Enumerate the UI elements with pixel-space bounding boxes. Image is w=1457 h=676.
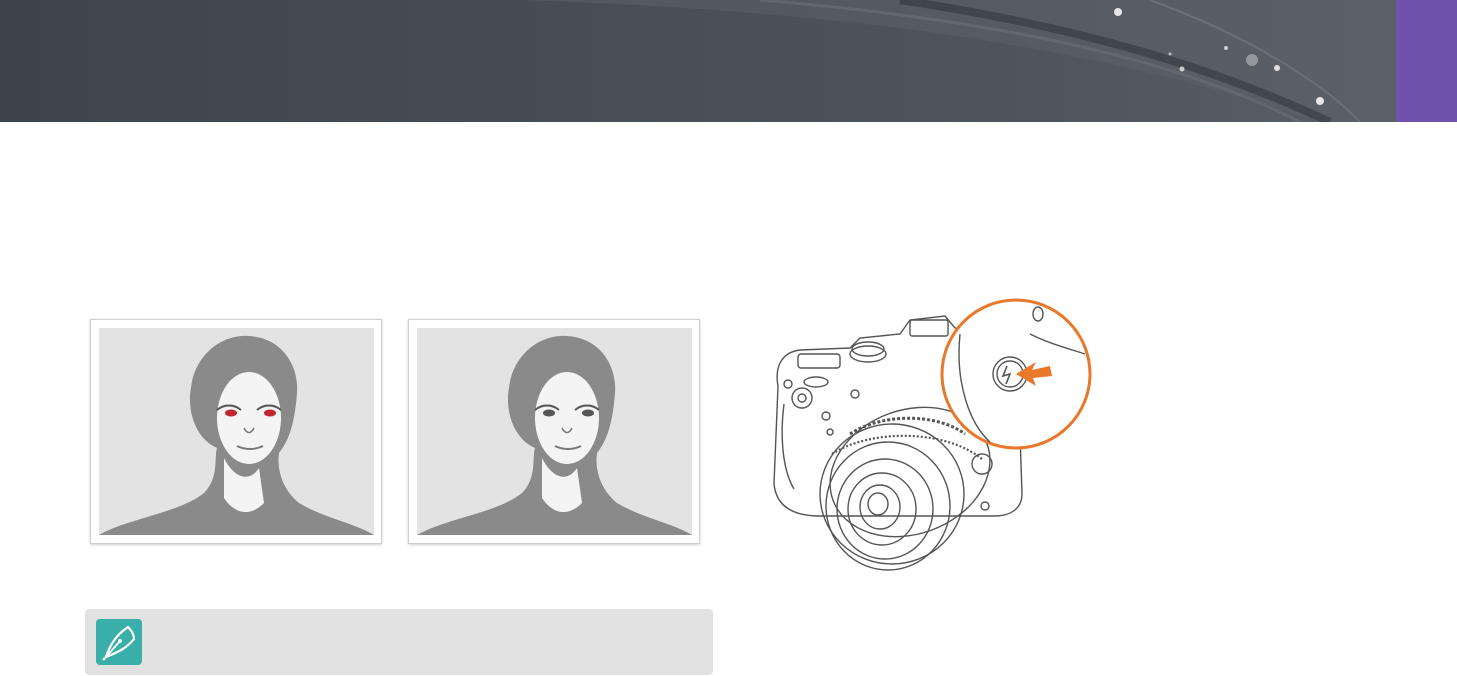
figure-red-eye [90,319,382,544]
woman-silhouette-red-eye [99,335,374,535]
camera-illustration [760,294,1100,586]
figure-background [417,328,692,535]
figure-background [99,328,374,535]
note-box [85,609,713,675]
chapter-tab [1396,0,1457,122]
header-banner [0,0,1396,122]
header-swoosh-graphic [520,0,1396,122]
figure-red-eye-reduced [408,319,700,544]
pen-nib-icon [96,619,142,665]
camera-line-drawing [773,298,1092,571]
woman-silhouette-normal [417,335,692,535]
